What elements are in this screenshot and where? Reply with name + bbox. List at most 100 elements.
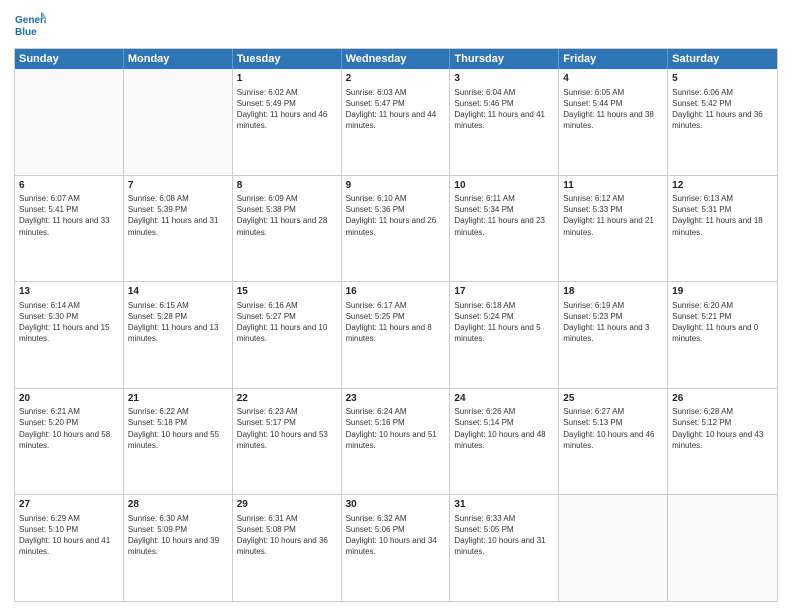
day-info: Sunrise: 6:09 AM Sunset: 5:38 PM Dayligh… (237, 193, 337, 238)
day-info: Sunrise: 6:08 AM Sunset: 5:39 PM Dayligh… (128, 193, 228, 238)
day-cell-1: 1Sunrise: 6:02 AM Sunset: 5:49 PM Daylig… (233, 69, 342, 175)
logo-svg: General Blue (14, 10, 46, 42)
day-info: Sunrise: 6:02 AM Sunset: 5:49 PM Dayligh… (237, 87, 337, 132)
day-info: Sunrise: 6:19 AM Sunset: 5:23 PM Dayligh… (563, 300, 663, 345)
header-cell-friday: Friday (559, 49, 668, 69)
day-cell-23: 23Sunrise: 6:24 AM Sunset: 5:16 PM Dayli… (342, 389, 451, 495)
calendar-week-2: 6Sunrise: 6:07 AM Sunset: 5:41 PM Daylig… (15, 175, 777, 282)
day-info: Sunrise: 6:15 AM Sunset: 5:28 PM Dayligh… (128, 300, 228, 345)
calendar-week-1: 1Sunrise: 6:02 AM Sunset: 5:49 PM Daylig… (15, 69, 777, 175)
day-number: 17 (454, 285, 554, 299)
day-cell-22: 22Sunrise: 6:23 AM Sunset: 5:17 PM Dayli… (233, 389, 342, 495)
svg-text:Blue: Blue (15, 27, 37, 38)
page: General Blue SundayMondayTuesdayWednesda… (0, 0, 792, 612)
day-cell-27: 27Sunrise: 6:29 AM Sunset: 5:10 PM Dayli… (15, 495, 124, 601)
day-info: Sunrise: 6:18 AM Sunset: 5:24 PM Dayligh… (454, 300, 554, 345)
header-cell-monday: Monday (124, 49, 233, 69)
calendar: SundayMondayTuesdayWednesdayThursdayFrid… (14, 48, 778, 602)
empty-cell (668, 495, 777, 601)
day-number: 26 (672, 392, 773, 406)
day-number: 9 (346, 179, 446, 193)
day-number: 27 (19, 498, 119, 512)
day-cell-28: 28Sunrise: 6:30 AM Sunset: 5:09 PM Dayli… (124, 495, 233, 601)
day-number: 18 (563, 285, 663, 299)
day-number: 22 (237, 392, 337, 406)
day-info: Sunrise: 6:32 AM Sunset: 5:06 PM Dayligh… (346, 513, 446, 558)
day-cell-8: 8Sunrise: 6:09 AM Sunset: 5:38 PM Daylig… (233, 176, 342, 282)
day-cell-11: 11Sunrise: 6:12 AM Sunset: 5:33 PM Dayli… (559, 176, 668, 282)
day-number: 8 (237, 179, 337, 193)
day-info: Sunrise: 6:24 AM Sunset: 5:16 PM Dayligh… (346, 406, 446, 451)
day-cell-6: 6Sunrise: 6:07 AM Sunset: 5:41 PM Daylig… (15, 176, 124, 282)
day-cell-18: 18Sunrise: 6:19 AM Sunset: 5:23 PM Dayli… (559, 282, 668, 388)
day-number: 20 (19, 392, 119, 406)
day-info: Sunrise: 6:23 AM Sunset: 5:17 PM Dayligh… (237, 406, 337, 451)
day-info: Sunrise: 6:26 AM Sunset: 5:14 PM Dayligh… (454, 406, 554, 451)
header-cell-tuesday: Tuesday (233, 49, 342, 69)
calendar-body: 1Sunrise: 6:02 AM Sunset: 5:49 PM Daylig… (15, 69, 777, 601)
day-info: Sunrise: 6:33 AM Sunset: 5:05 PM Dayligh… (454, 513, 554, 558)
day-info: Sunrise: 6:17 AM Sunset: 5:25 PM Dayligh… (346, 300, 446, 345)
header: General Blue (14, 10, 778, 42)
day-number: 3 (454, 72, 554, 86)
calendar-week-4: 20Sunrise: 6:21 AM Sunset: 5:20 PM Dayli… (15, 388, 777, 495)
day-cell-19: 19Sunrise: 6:20 AM Sunset: 5:21 PM Dayli… (668, 282, 777, 388)
day-cell-9: 9Sunrise: 6:10 AM Sunset: 5:36 PM Daylig… (342, 176, 451, 282)
calendar-week-3: 13Sunrise: 6:14 AM Sunset: 5:30 PM Dayli… (15, 281, 777, 388)
day-cell-15: 15Sunrise: 6:16 AM Sunset: 5:27 PM Dayli… (233, 282, 342, 388)
calendar-header-row: SundayMondayTuesdayWednesdayThursdayFrid… (15, 49, 777, 69)
day-cell-7: 7Sunrise: 6:08 AM Sunset: 5:39 PM Daylig… (124, 176, 233, 282)
day-cell-4: 4Sunrise: 6:05 AM Sunset: 5:44 PM Daylig… (559, 69, 668, 175)
empty-cell (559, 495, 668, 601)
day-cell-3: 3Sunrise: 6:04 AM Sunset: 5:46 PM Daylig… (450, 69, 559, 175)
header-cell-saturday: Saturday (668, 49, 777, 69)
day-info: Sunrise: 6:29 AM Sunset: 5:10 PM Dayligh… (19, 513, 119, 558)
empty-cell (124, 69, 233, 175)
empty-cell (15, 69, 124, 175)
day-cell-10: 10Sunrise: 6:11 AM Sunset: 5:34 PM Dayli… (450, 176, 559, 282)
day-info: Sunrise: 6:27 AM Sunset: 5:13 PM Dayligh… (563, 406, 663, 451)
day-number: 7 (128, 179, 228, 193)
day-cell-25: 25Sunrise: 6:27 AM Sunset: 5:13 PM Dayli… (559, 389, 668, 495)
day-info: Sunrise: 6:28 AM Sunset: 5:12 PM Dayligh… (672, 406, 773, 451)
day-info: Sunrise: 6:20 AM Sunset: 5:21 PM Dayligh… (672, 300, 773, 345)
header-cell-thursday: Thursday (450, 49, 559, 69)
logo: General Blue (14, 10, 46, 42)
day-number: 25 (563, 392, 663, 406)
day-info: Sunrise: 6:10 AM Sunset: 5:36 PM Dayligh… (346, 193, 446, 238)
day-info: Sunrise: 6:21 AM Sunset: 5:20 PM Dayligh… (19, 406, 119, 451)
day-number: 10 (454, 179, 554, 193)
day-number: 4 (563, 72, 663, 86)
day-number: 6 (19, 179, 119, 193)
day-number: 14 (128, 285, 228, 299)
day-info: Sunrise: 6:04 AM Sunset: 5:46 PM Dayligh… (454, 87, 554, 132)
day-info: Sunrise: 6:12 AM Sunset: 5:33 PM Dayligh… (563, 193, 663, 238)
day-cell-21: 21Sunrise: 6:22 AM Sunset: 5:18 PM Dayli… (124, 389, 233, 495)
day-info: Sunrise: 6:22 AM Sunset: 5:18 PM Dayligh… (128, 406, 228, 451)
day-cell-20: 20Sunrise: 6:21 AM Sunset: 5:20 PM Dayli… (15, 389, 124, 495)
day-number: 16 (346, 285, 446, 299)
day-number: 19 (672, 285, 773, 299)
day-cell-30: 30Sunrise: 6:32 AM Sunset: 5:06 PM Dayli… (342, 495, 451, 601)
day-number: 21 (128, 392, 228, 406)
day-cell-14: 14Sunrise: 6:15 AM Sunset: 5:28 PM Dayli… (124, 282, 233, 388)
day-number: 5 (672, 72, 773, 86)
day-cell-2: 2Sunrise: 6:03 AM Sunset: 5:47 PM Daylig… (342, 69, 451, 175)
day-number: 30 (346, 498, 446, 512)
day-number: 15 (237, 285, 337, 299)
day-number: 31 (454, 498, 554, 512)
day-info: Sunrise: 6:07 AM Sunset: 5:41 PM Dayligh… (19, 193, 119, 238)
day-number: 29 (237, 498, 337, 512)
day-cell-26: 26Sunrise: 6:28 AM Sunset: 5:12 PM Dayli… (668, 389, 777, 495)
day-number: 24 (454, 392, 554, 406)
day-number: 13 (19, 285, 119, 299)
day-cell-13: 13Sunrise: 6:14 AM Sunset: 5:30 PM Dayli… (15, 282, 124, 388)
day-info: Sunrise: 6:05 AM Sunset: 5:44 PM Dayligh… (563, 87, 663, 132)
day-info: Sunrise: 6:06 AM Sunset: 5:42 PM Dayligh… (672, 87, 773, 132)
day-number: 11 (563, 179, 663, 193)
day-cell-17: 17Sunrise: 6:18 AM Sunset: 5:24 PM Dayli… (450, 282, 559, 388)
day-cell-29: 29Sunrise: 6:31 AM Sunset: 5:08 PM Dayli… (233, 495, 342, 601)
day-number: 1 (237, 72, 337, 86)
day-cell-5: 5Sunrise: 6:06 AM Sunset: 5:42 PM Daylig… (668, 69, 777, 175)
day-cell-12: 12Sunrise: 6:13 AM Sunset: 5:31 PM Dayli… (668, 176, 777, 282)
